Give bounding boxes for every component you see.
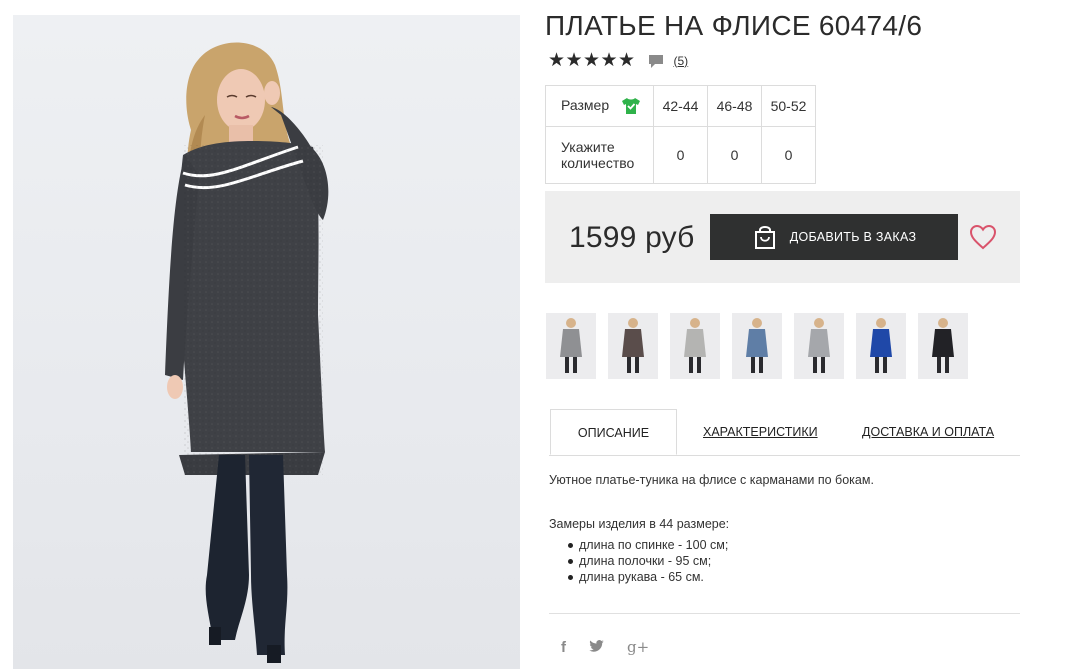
star-icon[interactable]: ★ xyxy=(548,51,565,70)
star-icon[interactable]: ★ xyxy=(618,51,635,70)
tab-characteristics[interactable]: ХАРАКТЕРИСТИКИ xyxy=(703,409,818,455)
product-tabs: ОПИСАНИЕ ХАРАКТЕРИСТИКИ ДОСТАВКА И ОПЛАТ… xyxy=(549,409,1020,456)
list-item: длина по спинке - 100 см; xyxy=(549,537,728,553)
description-text: Уютное платье-туника на флисе с карманам… xyxy=(549,473,874,487)
google-plus-icon[interactable]: g+ xyxy=(627,638,649,656)
thumbnail-image xyxy=(684,318,706,373)
tab-delivery-payment[interactable]: ДОСТАВКА И ОПЛАТА xyxy=(862,409,994,455)
color-variant-thumbnail[interactable] xyxy=(546,313,596,379)
color-variant-thumbnail[interactable] xyxy=(608,313,658,379)
measurements-list: длина по спинке - 100 см; длина полочки … xyxy=(549,537,728,585)
size-option-50-52: 50-52 xyxy=(761,85,816,127)
add-to-order-label: ДОБАВИТЬ В ЗАКАЗ xyxy=(789,230,917,244)
facebook-icon[interactable]: f xyxy=(561,639,566,656)
product-title: ПЛАТЬЕ НА ФЛИСЕ 60474/6 xyxy=(545,10,923,41)
measurements-title: Замеры изделия в 44 размере: xyxy=(549,517,730,531)
wishlist-heart-icon[interactable] xyxy=(969,224,997,250)
star-icon[interactable]: ★ xyxy=(566,51,583,70)
color-variant-thumbnail[interactable] xyxy=(856,313,906,379)
thumbnail-image xyxy=(808,318,830,373)
size-chart-tshirt-icon[interactable] xyxy=(621,97,641,115)
rating: ★ ★ ★ ★ ★ (5) xyxy=(548,51,689,70)
shopping-bag-icon xyxy=(754,226,775,249)
size-option-42-44: 42-44 xyxy=(653,85,708,127)
thumbnail-image xyxy=(622,318,644,373)
list-item: длина полочки - 95 см; xyxy=(549,553,728,569)
add-to-order-button[interactable]: ДОБАВИТЬ В ЗАКАЗ xyxy=(710,214,958,260)
list-item: длина рукава - 65 см. xyxy=(549,569,728,585)
size-label-cell: Размер xyxy=(545,85,654,127)
quantity-input-46-48[interactable]: 0 xyxy=(707,126,762,184)
star-icon[interactable]: ★ xyxy=(583,51,600,70)
comment-icon[interactable] xyxy=(648,53,664,69)
quantity-label: Укажите количество xyxy=(545,126,654,184)
size-quantity-table: Размер 42-44 46-48 50-52 Укажите количес… xyxy=(545,85,816,184)
size-label: Размер xyxy=(561,96,610,113)
product-main-image[interactable] xyxy=(13,15,520,669)
twitter-icon[interactable] xyxy=(589,639,604,656)
review-count-link[interactable]: (5) xyxy=(674,54,689,68)
thumbnail-image xyxy=(746,318,768,373)
color-variant-thumbnail[interactable] xyxy=(670,313,720,379)
quantity-input-50-52[interactable]: 0 xyxy=(761,126,816,184)
tab-description[interactable]: ОПИСАНИЕ xyxy=(550,409,677,455)
social-share: f g+ xyxy=(561,638,672,656)
buy-box: 1599 руб ДОБАВИТЬ В ЗАКАЗ xyxy=(545,191,1020,283)
thumbnail-image xyxy=(560,318,582,373)
thumbnail-image xyxy=(932,318,954,373)
star-icon[interactable]: ★ xyxy=(601,51,618,70)
size-option-46-48: 46-48 xyxy=(707,85,762,127)
color-variant-thumbnail[interactable] xyxy=(794,313,844,379)
color-variant-thumbnail[interactable] xyxy=(918,313,968,379)
color-variant-thumbnail[interactable] xyxy=(732,313,782,379)
divider xyxy=(549,613,1020,614)
color-variants-gallery xyxy=(546,313,980,379)
price: 1599 руб xyxy=(569,221,695,254)
thumbnail-image xyxy=(870,318,892,373)
quantity-input-42-44[interactable]: 0 xyxy=(653,126,708,184)
